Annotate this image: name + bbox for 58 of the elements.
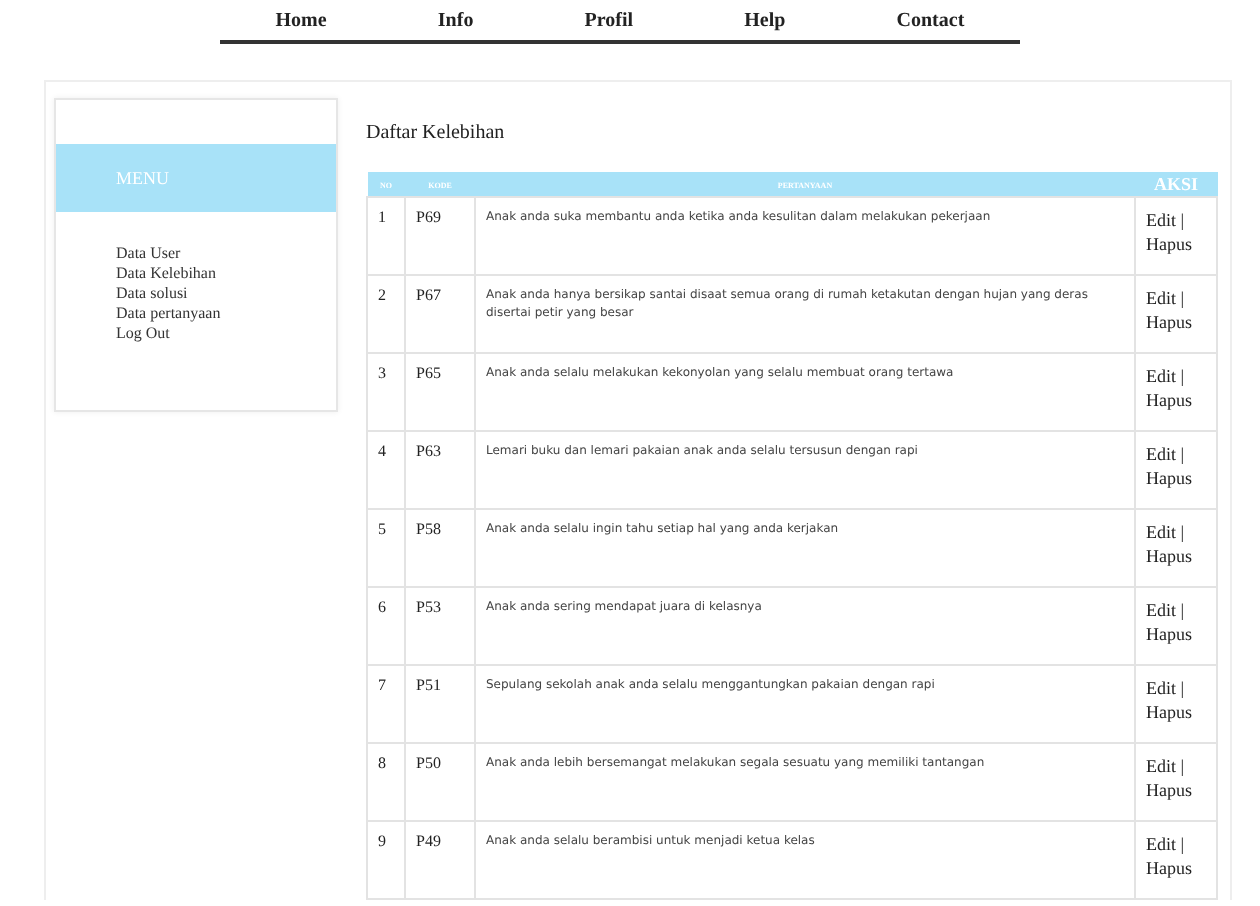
sidebar-link[interactable]: Data pertanyaan <box>116 304 336 324</box>
edit-link[interactable]: Edit <box>1146 444 1176 464</box>
delete-link[interactable]: Hapus <box>1146 312 1192 332</box>
table-cell: 5 <box>367 509 405 587</box>
delete-link[interactable]: Hapus <box>1146 468 1192 488</box>
table-cell: P49 <box>405 821 475 899</box>
sidebar-link[interactable]: Log Out <box>116 324 336 344</box>
edit-link[interactable]: Edit <box>1146 678 1176 698</box>
table-cell: 3 <box>367 353 405 431</box>
delete-link[interactable]: Hapus <box>1146 390 1192 410</box>
edit-link[interactable]: Edit <box>1146 522 1176 542</box>
nav-link[interactable]: Help <box>744 10 786 32</box>
table-cell: P67 <box>405 275 475 353</box>
table-cell: P69 <box>405 197 475 275</box>
table-cell: P65 <box>405 353 475 431</box>
edit-link[interactable]: Edit <box>1146 756 1176 776</box>
table-cell: 8 <box>367 743 405 821</box>
nav-link[interactable]: Profil <box>584 10 634 32</box>
separator: | <box>1180 444 1185 464</box>
table-cell: 2 <box>367 275 405 353</box>
edit-link[interactable]: Edit <box>1146 600 1176 620</box>
table-cell: 7 <box>367 665 405 743</box>
table-cell: P63 <box>405 431 475 509</box>
separator: | <box>1180 210 1185 230</box>
table-cell: 9 <box>367 821 405 899</box>
separator: | <box>1180 522 1185 542</box>
separator: | <box>1180 834 1185 854</box>
sidebar-link[interactable]: Data User <box>116 244 336 264</box>
edit-link[interactable]: Edit <box>1146 288 1176 308</box>
delete-link[interactable]: Hapus <box>1146 858 1192 878</box>
delete-link[interactable]: Hapus <box>1146 234 1192 254</box>
table-cell: 1 <box>367 197 405 275</box>
table-cell: P50 <box>405 743 475 821</box>
column-header: AKSI <box>1135 172 1217 197</box>
edit-link[interactable]: Edit <box>1146 210 1176 230</box>
table-cell: P51 <box>405 665 475 743</box>
nav-link[interactable]: Contact <box>896 10 965 32</box>
table-cell: 4 <box>367 431 405 509</box>
separator: | <box>1180 756 1185 776</box>
delete-link[interactable]: Hapus <box>1146 780 1192 800</box>
edit-link[interactable]: Edit <box>1146 366 1176 386</box>
page-heading: Daftar Kelebihan <box>366 122 507 144</box>
sidebar-link[interactable]: Data Kelebihan <box>116 264 336 284</box>
separator: | <box>1180 600 1185 620</box>
delete-link[interactable]: Hapus <box>1146 546 1192 566</box>
sidebar-link[interactable]: Data solusi <box>116 284 336 304</box>
separator: | <box>1180 678 1185 698</box>
separator: | <box>1180 288 1185 308</box>
menu-header: MENU <box>56 144 336 212</box>
edit-link[interactable]: Edit <box>1146 834 1176 854</box>
table-cell: 6 <box>367 587 405 665</box>
delete-link[interactable]: Hapus <box>1146 624 1192 644</box>
delete-link[interactable]: Hapus <box>1146 702 1192 722</box>
nav-link[interactable]: Info <box>437 10 474 32</box>
table-cell: P58 <box>405 509 475 587</box>
separator: | <box>1180 366 1185 386</box>
nav-link[interactable]: Home <box>275 10 327 32</box>
table-cell: P53 <box>405 587 475 665</box>
